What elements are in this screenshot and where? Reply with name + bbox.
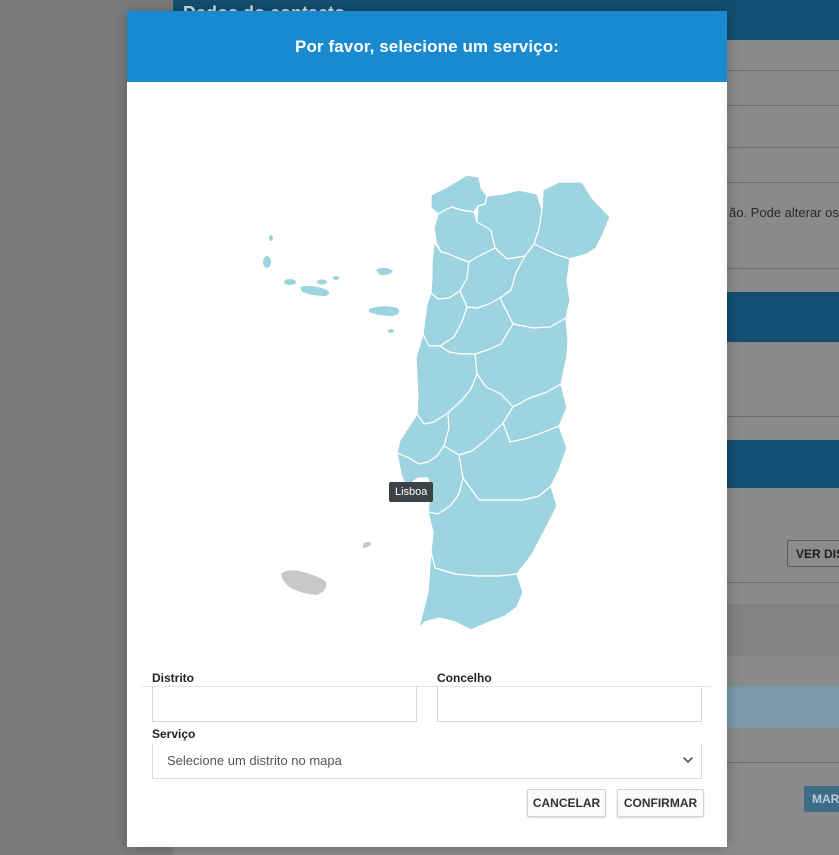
dialog-header: Por favor, selecione um serviço: bbox=[127, 11, 727, 82]
island-flores[interactable] bbox=[263, 256, 271, 268]
azores-islands bbox=[263, 235, 400, 333]
background-divider bbox=[727, 582, 839, 583]
background-divider bbox=[727, 105, 839, 106]
island-sao-jorge[interactable] bbox=[317, 279, 327, 285]
dialog-title: Por favor, selecione um serviço: bbox=[295, 36, 559, 56]
background-divider bbox=[727, 70, 839, 71]
service-select-value: Selecione um distrito no mapa bbox=[167, 753, 342, 768]
island-sao-miguel[interactable] bbox=[369, 306, 400, 316]
island-terceira[interactable] bbox=[376, 267, 393, 276]
service-label: Serviço bbox=[152, 727, 196, 741]
background-divider bbox=[727, 268, 839, 269]
district-braganca[interactable] bbox=[533, 181, 611, 260]
municipality-input[interactable] bbox=[437, 686, 702, 722]
confirm-button[interactable]: CONFIRMAR bbox=[617, 789, 704, 817]
island-pico[interactable] bbox=[300, 286, 330, 296]
background-mark-button: MARCAR bbox=[804, 786, 839, 812]
map-tooltip: Lisboa bbox=[389, 482, 434, 502]
chevron-down-icon bbox=[683, 757, 693, 763]
background-divider bbox=[727, 182, 839, 183]
island-porto-santo[interactable] bbox=[363, 542, 372, 548]
municipality-label: Concelho bbox=[437, 671, 492, 685]
island-santa-maria[interactable] bbox=[388, 329, 394, 333]
island-madeira[interactable] bbox=[281, 570, 327, 595]
district-input[interactable] bbox=[152, 686, 417, 722]
service-selection-dialog: Por favor, selecione um serviço: Lisboa … bbox=[127, 11, 727, 847]
madeira-islands bbox=[281, 542, 372, 595]
mainland-districts bbox=[396, 174, 611, 631]
background-divider bbox=[727, 416, 839, 417]
cancel-button[interactable]: CANCELAR bbox=[527, 789, 606, 817]
portugal-district-map: Lisboa bbox=[127, 82, 727, 662]
island-graciosa[interactable] bbox=[333, 276, 339, 280]
island-faial[interactable] bbox=[284, 279, 296, 285]
background-divider bbox=[727, 147, 839, 148]
background-divider bbox=[727, 762, 839, 763]
background-view-districts-button: VER DISTRITOS bbox=[787, 540, 839, 567]
map-svg bbox=[263, 174, 611, 631]
service-select[interactable]: Selecione um distrito no mapa bbox=[152, 743, 702, 779]
island-corvo[interactable] bbox=[269, 235, 273, 241]
background-notice-text: ão. Pode alterar os c bbox=[729, 205, 839, 220]
district-label: Distrito bbox=[152, 671, 194, 685]
